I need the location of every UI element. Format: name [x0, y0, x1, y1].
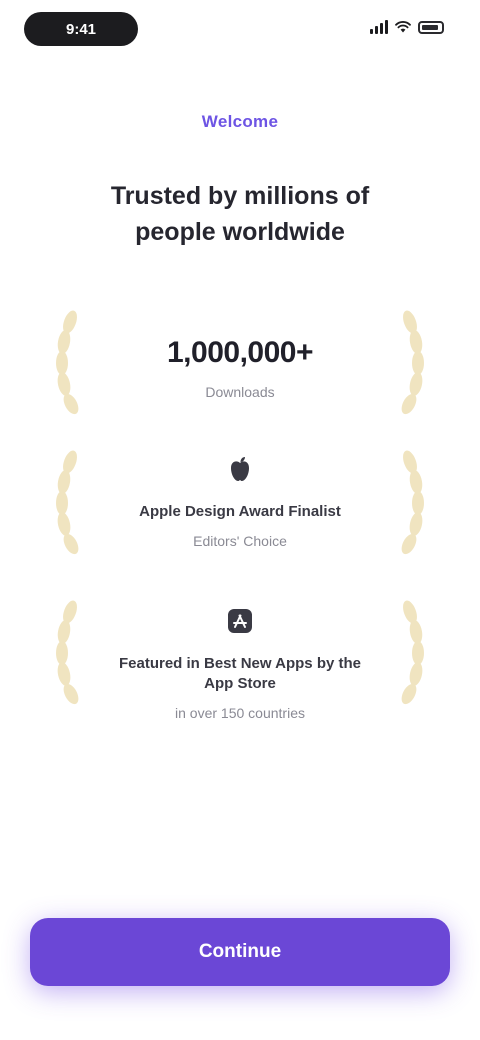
page-title: Trusted by millions of people worldwide [110, 182, 370, 246]
battery-icon [418, 20, 444, 34]
award-1-title: Apple Design Award Finalist [139, 503, 341, 520]
apple-logo-icon [231, 457, 249, 481]
status-icons [370, 20, 444, 34]
award-content: Apple Design Award Finalist Editors' Cho… [110, 454, 370, 550]
laurel-right-icon [401, 450, 424, 555]
status-bar: 9:41 [0, 0, 480, 70]
continue-button[interactable]: Continue [30, 918, 450, 986]
laurel-right-icon [401, 600, 424, 705]
stat-row-award-2: Featured in Best New Apps by the App Sto… [0, 598, 480, 721]
eyebrow-label: Welcome [201, 112, 279, 131]
stat-row-downloads: 1,000,000+ Downloads [0, 308, 480, 428]
award-content: Featured in Best New Apps by the App Sto… [110, 606, 370, 722]
laurel-left-icon [56, 310, 79, 415]
stat-row-award-1: Apple Design Award Finalist Editors' Cho… [0, 448, 480, 568]
app-store-icon [228, 609, 252, 633]
laurel-right-icon [401, 310, 424, 415]
laurel-left-icon [56, 450, 79, 555]
award-2-title: Featured in Best New Apps by the App Sto… [119, 655, 361, 692]
downloads-value: 1,000,000+ [167, 336, 313, 369]
wifi-icon [395, 21, 411, 33]
downloads-label: Downloads [205, 384, 275, 400]
signal-icon [370, 20, 388, 34]
stat-content: 1,000,000+ Downloads [110, 336, 370, 400]
status-time-pill: 9:41 [24, 12, 138, 46]
award-1-subtitle: Editors' Choice [193, 533, 287, 549]
award-2-subtitle: in over 150 countries [175, 705, 305, 721]
status-time: 9:41 [65, 20, 97, 38]
laurel-left-icon [56, 600, 79, 705]
